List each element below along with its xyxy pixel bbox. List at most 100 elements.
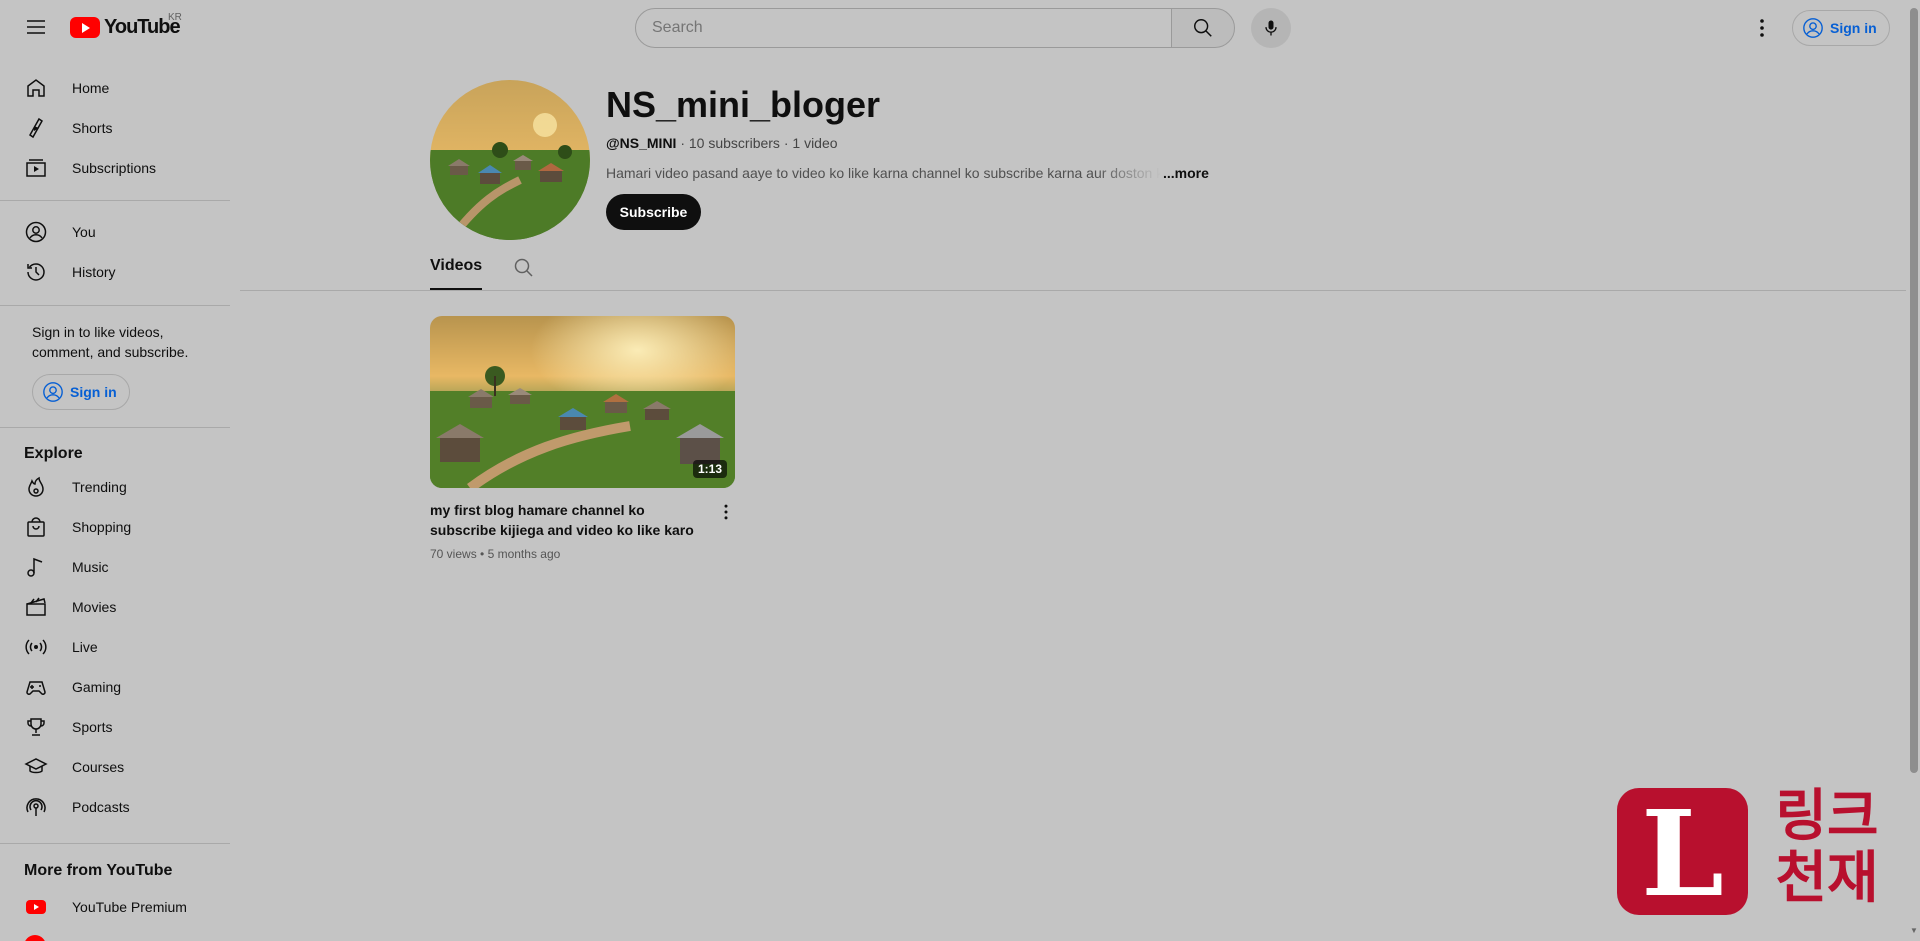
watermark-text-line2: 천재 [1775,846,1879,911]
channel-search-button[interactable] [512,256,536,280]
sidebar-item-label: Subscriptions [72,160,157,176]
video-title[interactable]: my first blog hamare channel ko subscrib… [430,500,702,540]
sidebar-item-sports[interactable]: Sports [12,707,218,747]
sidebar-item-label: Courses [72,759,125,775]
sidebar-item-label: Gaming [72,679,122,695]
sidebar-item-label: History [72,264,116,280]
settings-more-button[interactable] [1746,12,1778,44]
signin-button[interactable]: Sign in [1792,10,1890,46]
meta-separator: · [680,135,689,151]
sidebar-item-label: Home [72,80,110,96]
video-meta: 70 views • 5 months ago [430,547,560,561]
signin-label: Sign in [1830,20,1877,36]
watermark-logo-badge: L [1617,788,1748,915]
shopping-bag-icon [24,515,48,539]
music-note-icon [24,555,48,579]
sidebar-item-label: Live [72,639,98,655]
scroll-down-arrow-icon[interactable]: ▼ [1910,926,1918,935]
more-vertical-icon [724,504,728,520]
video-age: 5 months ago [487,547,561,561]
sidebar-item-label: Shorts [72,120,113,136]
sidebar-item-podcasts[interactable]: Podcasts [12,787,218,827]
sidebar-item-label: Music [72,559,109,575]
account-circle-icon [1803,18,1823,38]
sidebar-signin-button[interactable]: Sign in [32,374,130,410]
sidebar-item-shopping[interactable]: Shopping [12,507,218,547]
subscriber-count: 10 subscribers [688,135,780,151]
sidebar-item-label: Podcasts [72,799,130,815]
sidebar-divider [0,200,230,201]
sidebar-item-history[interactable]: History [12,252,218,292]
subscriptions-icon [24,156,48,180]
youtube-premium-icon [24,895,48,919]
sidebar-item-label: Movies [72,599,117,615]
video-duration-badge: 1:13 [693,460,728,478]
sidebar-item-label: You [72,224,96,240]
explore-title: Explore [24,445,83,462]
more-vertical-icon [1760,19,1764,37]
sidebar-item-label: Sports [72,719,113,735]
live-icon [24,635,48,659]
search-icon [514,258,533,277]
sidebar: Home Shorts Subscriptions You History Si… [0,56,230,941]
country-code: KR [168,12,182,23]
channel-description[interactable]: Hamari video pasand aaye to video ko lik… [606,165,1209,181]
sidebar-item-label: Shopping [72,519,132,535]
sidebar-item-music[interactable]: Music [12,547,218,587]
watermark-text-line1: 링크 [1775,784,1879,849]
trophy-icon [24,715,48,739]
sidebar-item-label: Trending [72,479,127,495]
sidebar-item-gaming[interactable]: Gaming [12,667,218,707]
voice-search-button[interactable] [1251,8,1291,48]
youtube-play-icon [70,16,100,38]
tab-videos[interactable]: Videos [430,257,483,290]
youtube-music-icon [24,935,48,941]
sidebar-item-shorts[interactable]: Shorts [12,108,218,148]
shorts-icon [24,116,48,140]
sidebar-item-trending[interactable]: Trending [12,467,218,507]
signin-label: Sign in [70,384,117,400]
watermark-letter: L [1641,783,1724,923]
sidebar-item-you[interactable]: You [12,212,218,252]
search-box[interactable] [635,8,1172,48]
channel-handle[interactable]: @NS_MINI [606,135,676,151]
youtube-logo[interactable]: YouTube [70,14,181,40]
video-views: 70 views [430,547,477,561]
sidebar-item-movies[interactable]: Movies [12,587,218,627]
graduation-cap-icon [24,755,48,779]
sidebar-divider [0,305,230,306]
scrollbar-thumb[interactable] [1910,8,1918,773]
watermark-text: 링크 천재 [1762,786,1892,910]
video-action-menu-button[interactable] [714,500,738,524]
gamepad-icon [24,675,48,699]
sidebar-item-subscriptions[interactable]: Subscriptions [12,148,218,188]
tabs-divider [240,290,1906,291]
video-count: 1 video [792,135,838,151]
meta-separator: • [480,547,488,561]
search-input[interactable] [652,19,1171,37]
clapperboard-icon [24,595,48,619]
menu-button[interactable] [20,11,52,43]
search-icon [1194,19,1212,37]
microphone-icon [1265,20,1277,36]
subscribe-button[interactable]: Subscribe [606,194,701,230]
sidebar-item-label: YouTube Premium [72,899,187,915]
account-circle-icon [43,382,63,402]
trending-icon [24,475,48,499]
sidebar-item-youtube-premium[interactable]: YouTube Premium [12,887,218,927]
channel-name: NS_mini_bloger [606,84,881,125]
sidebar-item-live[interactable]: Live [12,627,218,667]
sidebar-item-courses[interactable]: Courses [12,747,218,787]
description-more-link[interactable]: ...more [1163,165,1209,181]
sidebar-divider [0,843,230,844]
sidebar-divider [0,427,230,428]
search-button[interactable] [1171,8,1235,48]
channel-avatar[interactable] [430,80,590,240]
sidebar-item-home[interactable]: Home [12,68,218,108]
channel-description-text: Hamari video pasand aaye to video ko lik… [606,165,1161,181]
account-icon [24,220,48,244]
history-icon [24,260,48,284]
more-from-youtube-title: More from YouTube [24,862,173,879]
video-thumbnail[interactable] [430,316,735,488]
channel-meta: @NS_MINI · 10 subscribers · 1 video [606,135,838,151]
